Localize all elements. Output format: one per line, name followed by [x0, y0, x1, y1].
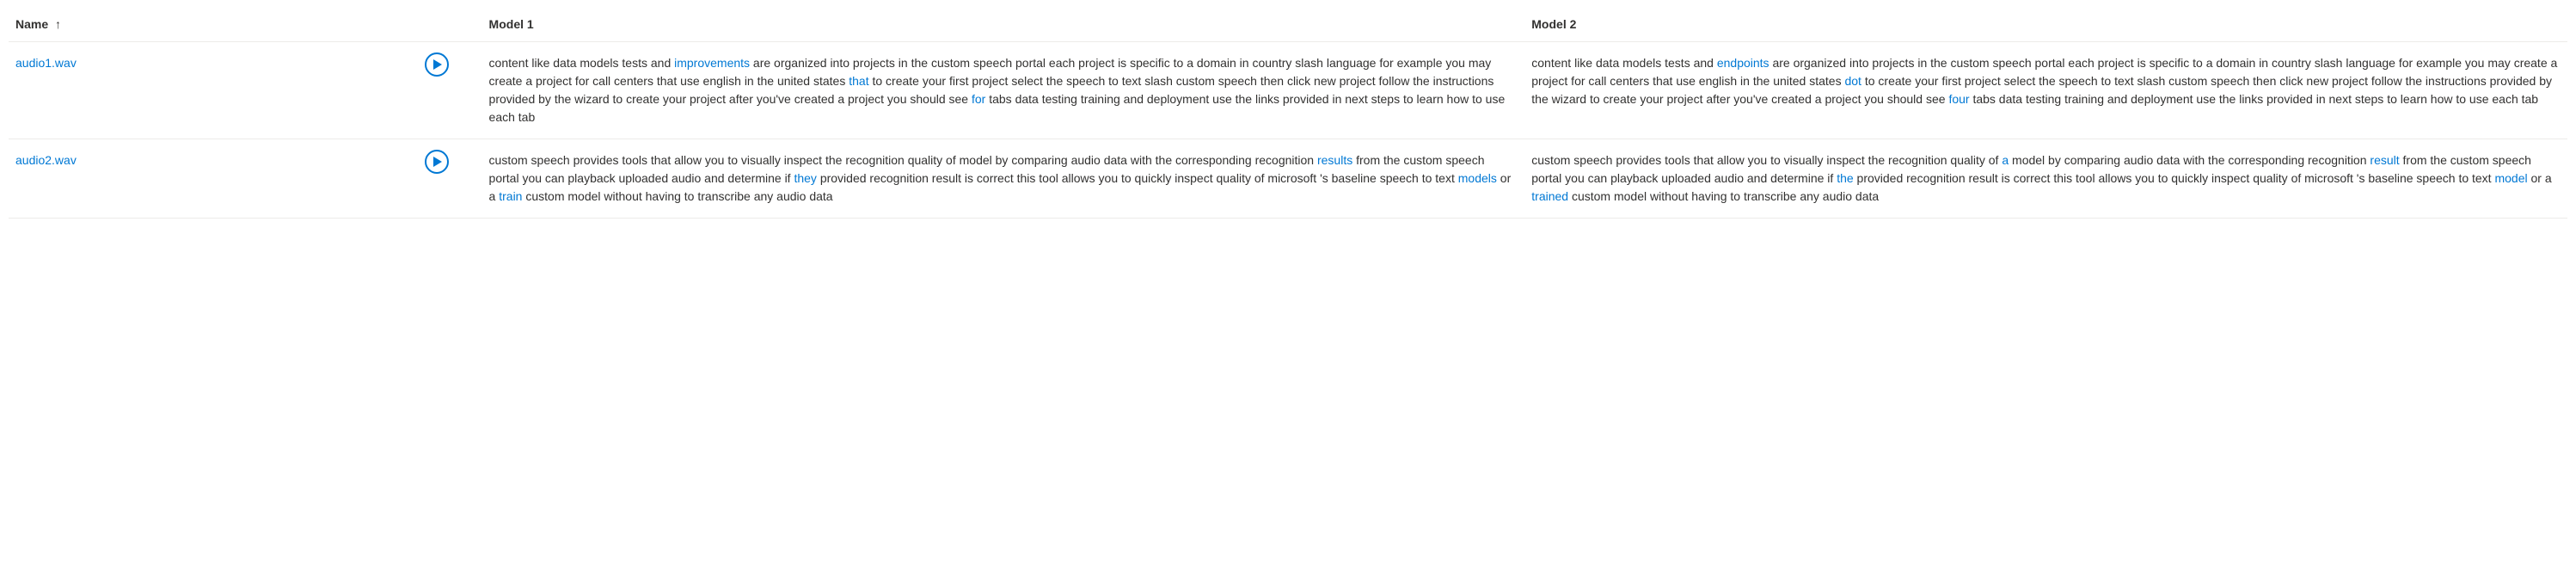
transcript-text: content like data models tests and: [489, 56, 675, 70]
transcript-text: model by comparing audio data with the c…: [2009, 153, 2370, 167]
table-row: audio2.wav custom speech provides tools t…: [9, 139, 2567, 219]
column-header-name[interactable]: Name ↑: [9, 9, 418, 42]
diff-highlight: result: [2370, 153, 2399, 167]
diff-highlight: that: [849, 74, 868, 88]
play-cell: [418, 42, 481, 139]
file-link[interactable]: audio2.wav: [15, 153, 77, 167]
diff-highlight: train: [499, 189, 522, 203]
transcript-text: custom model without having to transcrib…: [522, 189, 832, 203]
file-name-cell: audio1.wav: [9, 42, 418, 139]
column-header-play: [418, 9, 481, 42]
play-icon: [433, 157, 442, 167]
diff-highlight: for: [972, 92, 985, 106]
diff-highlight: improvements: [674, 56, 750, 70]
play-button[interactable]: [425, 150, 449, 174]
play-icon: [433, 59, 442, 70]
diff-highlight: a: [2002, 153, 2009, 167]
diff-highlight: four: [1948, 92, 1969, 106]
diff-highlight: they: [794, 171, 816, 185]
play-cell: [418, 139, 481, 219]
comparison-table: Name ↑ Model 1 Model 2 audio1.wav content…: [9, 9, 2567, 219]
transcript-text: custom speech provides tools that allow …: [1531, 153, 2002, 167]
column-header-model1[interactable]: Model 1: [482, 9, 1525, 42]
model1-transcript: custom speech provides tools that allow …: [489, 151, 1518, 206]
column-header-model2[interactable]: Model 2: [1524, 9, 2567, 42]
column-header-model2-label: Model 2: [1531, 17, 1576, 31]
model1-transcript-cell: custom speech provides tools that allow …: [482, 139, 1525, 219]
diff-highlight: models: [1458, 171, 1497, 185]
file-name-cell: audio2.wav: [9, 139, 418, 219]
diff-highlight: results: [1317, 153, 1352, 167]
diff-highlight: dot: [1844, 74, 1861, 88]
diff-highlight: endpoints: [1717, 56, 1769, 70]
column-header-name-label: Name: [15, 17, 48, 31]
play-button[interactable]: [425, 52, 449, 77]
column-header-model1-label: Model 1: [489, 17, 534, 31]
transcript-text: content like data models tests and: [1531, 56, 1717, 70]
model1-transcript: content like data models tests and impro…: [489, 54, 1518, 126]
diff-highlight: model: [2494, 171, 2527, 185]
transcript-text: or a: [2528, 171, 2552, 185]
model2-transcript-cell: custom speech provides tools that allow …: [1524, 139, 2567, 219]
table-row: audio1.wav content like data models tests…: [9, 42, 2567, 139]
diff-highlight: trained: [1531, 189, 1568, 203]
transcript-text: tabs data testing training and deploymen…: [1970, 92, 2539, 106]
transcript-text: custom model without having to transcrib…: [1568, 189, 1879, 203]
transcript-text: provided recognition result is correct t…: [1854, 171, 2495, 185]
model2-transcript: content like data models tests and endpo…: [1531, 54, 2561, 108]
sort-ascending-icon: ↑: [55, 17, 61, 31]
file-link[interactable]: audio1.wav: [15, 56, 77, 70]
model1-transcript-cell: content like data models tests and impro…: [482, 42, 1525, 139]
model2-transcript: custom speech provides tools that allow …: [1531, 151, 2561, 206]
transcript-text: provided recognition result is correct t…: [817, 171, 1458, 185]
transcript-text: custom speech provides tools that allow …: [489, 153, 1317, 167]
diff-highlight: the: [1837, 171, 1853, 185]
model2-transcript-cell: content like data models tests and endpo…: [1524, 42, 2567, 139]
